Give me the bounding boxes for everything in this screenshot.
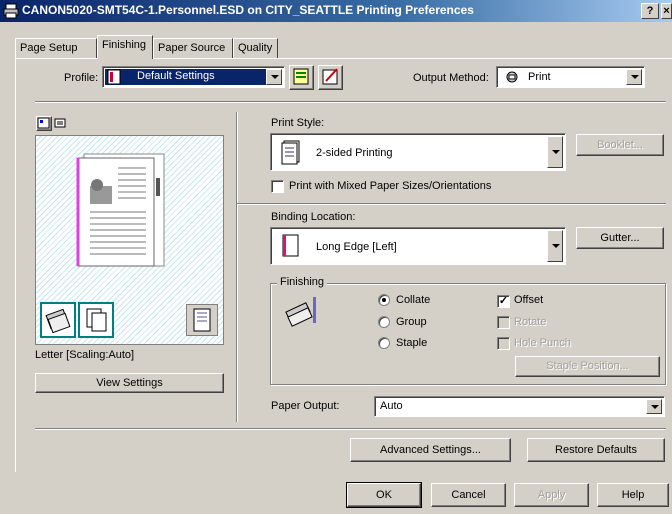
staple-position-label: Staple Position... (546, 360, 629, 372)
profile-value: Default Settings (137, 70, 215, 82)
output-method-dropdown[interactable]: Print (496, 66, 645, 88)
offset-indicator (78, 302, 114, 338)
binding-left-icon (282, 234, 299, 257)
tab-paper-source[interactable]: Paper Source (153, 38, 233, 58)
divider (237, 203, 666, 205)
booklet-button[interactable]: Booklet... (576, 134, 664, 156)
duplex-icon (281, 140, 300, 165)
help-label: Help (621, 489, 645, 501)
print-style-value: 2-sided Printing (316, 147, 393, 159)
ok-label: OK (376, 489, 392, 501)
advanced-settings-label: Advanced Settings... (380, 444, 481, 456)
finishing-group-label: Finishing (277, 276, 328, 288)
collate-label: Collate (396, 294, 431, 306)
booklet-label: Booklet... (597, 139, 643, 151)
hole-punch-label: Hole Punch (514, 337, 571, 349)
cancel-button[interactable]: Cancel (431, 483, 506, 507)
preview-caption: Letter [Scaling:Auto] (35, 349, 135, 361)
title-bar[interactable]: CANON5020-SMT54C-1.Personnel.ESD on CITY… (0, 0, 672, 22)
profile-label: Profile: (64, 72, 99, 84)
close-button[interactable]: × (661, 3, 672, 19)
cancel-label: Cancel (451, 489, 486, 501)
paper-output-value: Auto (380, 400, 403, 412)
paper-output-dropdown[interactable]: Auto (374, 396, 665, 417)
apply-button[interactable]: Apply (514, 483, 589, 507)
profile-edit-icon (293, 68, 309, 85)
tab-label: Page Setup (20, 42, 78, 54)
printer-app-icon (3, 3, 19, 19)
tab-finishing[interactable]: Finishing (97, 35, 153, 59)
close-icon: × (663, 5, 670, 17)
edit-profile-button[interactable] (289, 65, 314, 90)
output-method-label: Output Method: (413, 72, 489, 84)
binding-label: Binding Location: (271, 211, 356, 223)
collate-radio[interactable] (378, 294, 390, 306)
paper-output-label: Paper Output: (271, 400, 340, 412)
staple-position-button[interactable]: Staple Position... (515, 356, 660, 377)
offset-label: Offset (514, 294, 544, 306)
add-profile-button[interactable] (318, 65, 343, 90)
chevron-down-icon[interactable] (646, 399, 662, 414)
help-button[interactable]: Help (597, 483, 669, 507)
profile-add-icon (322, 68, 338, 85)
vertical-divider (236, 112, 238, 422)
preview-mode-printer-button[interactable] (53, 116, 69, 131)
restore-defaults-label: Restore Defaults (555, 444, 637, 456)
finishing-stack-icon (285, 297, 316, 327)
window-title: CANON5020-SMT54C-1.Personnel.ESD on CITY… (22, 3, 474, 17)
view-settings-label: View Settings (96, 377, 163, 389)
output-method-value: Print (528, 71, 551, 83)
duplex-page-icon (193, 308, 211, 332)
duplex-indicator (186, 304, 218, 336)
gutter-button[interactable]: Gutter... (576, 227, 664, 249)
chevron-down-icon[interactable] (547, 136, 563, 168)
chevron-down-icon[interactable] (547, 230, 563, 262)
ok-button[interactable]: OK (346, 482, 422, 508)
divider (35, 428, 666, 430)
staple-label: Staple (396, 337, 428, 349)
group-radio[interactable] (378, 316, 390, 328)
stack-icon (45, 308, 71, 334)
profile-icon (107, 69, 121, 85)
chevron-down-icon[interactable] (266, 69, 282, 85)
printer-view-icon (54, 118, 66, 128)
print-style-dropdown[interactable]: 2-sided Printing (270, 133, 566, 171)
apply-label: Apply (537, 489, 566, 501)
rotate-checkbox[interactable] (497, 316, 510, 329)
view-settings-button[interactable]: View Settings (35, 373, 224, 393)
page-preview (35, 135, 224, 345)
two-sided-document-icon (76, 153, 165, 267)
gutter-label: Gutter... (600, 232, 640, 244)
binding-value: Long Edge [Left] (316, 241, 397, 253)
advanced-settings-button[interactable]: Advanced Settings... (350, 438, 511, 462)
offset-checkbox[interactable]: ✓ (497, 295, 510, 308)
preview-mode-layout-button[interactable] (36, 116, 52, 131)
mixed-sizes-checkbox[interactable] (271, 180, 284, 193)
tab-label: Quality (238, 42, 273, 54)
profile-dropdown[interactable]: Default Settings (102, 66, 285, 88)
group-label: Group (396, 316, 427, 328)
hole-punch-checkbox[interactable] (497, 337, 510, 350)
context-help-button[interactable]: ? (641, 3, 659, 19)
binding-dropdown[interactable]: Long Edge [Left] (270, 227, 566, 265)
tab-quality[interactable]: Quality (233, 38, 278, 58)
staple-radio[interactable] (378, 337, 390, 349)
rotate-label: Rotate (514, 316, 547, 328)
help-icon: ? (646, 5, 654, 17)
tab-page-setup[interactable]: Page Setup (15, 38, 97, 58)
layout-view-icon (37, 117, 50, 129)
restore-defaults-button[interactable]: Restore Defaults (527, 438, 665, 462)
print-icon (506, 71, 518, 83)
mixed-sizes-label: Print with Mixed Paper Sizes/Orientation… (289, 180, 492, 192)
divider (35, 101, 666, 103)
copies-icon (86, 308, 107, 332)
collate-indicator (40, 302, 76, 338)
chevron-down-icon[interactable] (626, 69, 642, 85)
tab-label: Finishing (102, 39, 147, 51)
tab-label: Paper Source (158, 42, 226, 54)
print-style-label: Print Style: (271, 117, 325, 129)
